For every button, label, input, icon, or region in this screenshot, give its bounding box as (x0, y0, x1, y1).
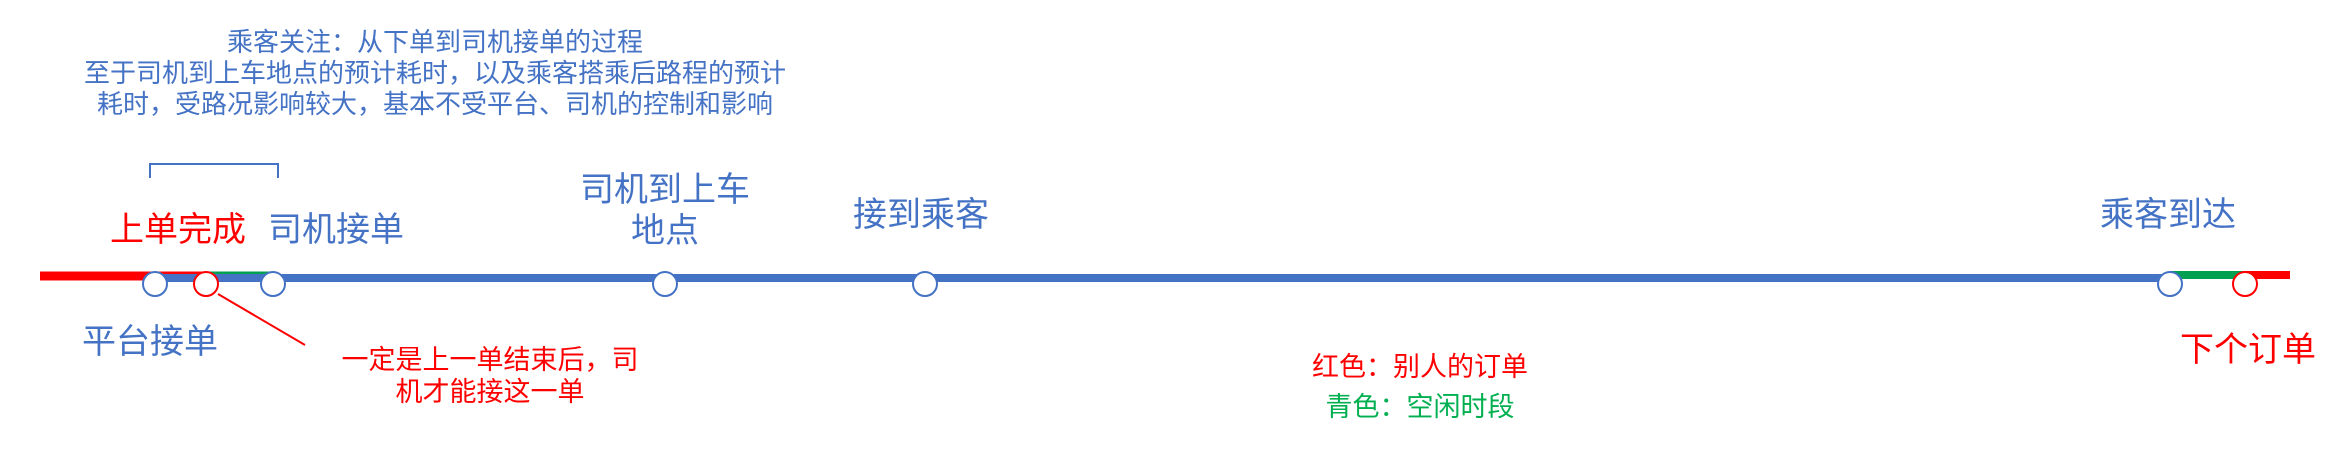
milestone-platform-accept (142, 271, 168, 297)
legend-green: 青色：空闲时段 (1325, 392, 1515, 423)
label-driver-accept: 司机接单 (268, 210, 404, 250)
label-next-order: 下个订单 (2180, 330, 2316, 370)
label-driver-arrive-line2: 地点 (631, 210, 699, 251)
label-pickup: 接到乘客 (853, 195, 989, 235)
annotation-pointer (217, 293, 306, 346)
annotation-line1: 一定是上一单结束后，司 (341, 345, 639, 376)
top-note: 乘客关注：从下单到司机接单的过程 至于司机到上车地点的预计耗时，以及乘客搭乘后路… (30, 28, 840, 122)
label-driver-arrive-line1: 司机到上车 (580, 170, 750, 210)
top-note-line1: 乘客关注：从下单到司机接单的过程 (226, 28, 643, 58)
bracket (149, 163, 279, 178)
label-order-done: 上单完成 (110, 210, 246, 250)
milestone-pickup (912, 271, 938, 297)
milestone-driver-accept (260, 271, 286, 297)
annotation-line2: 机才能接这一单 (395, 377, 585, 409)
milestone-arrive (2157, 271, 2183, 297)
top-note-line3: 耗时，受路况影响较大，基本不受平台、司机的控制和影响 (96, 90, 773, 121)
label-driver-arrive: 司机到上车 地点 (570, 170, 760, 252)
milestone-next-order (2232, 271, 2258, 297)
label-platform-accept: 平台接单 (82, 322, 218, 362)
legend-red: 红色：别人的订单 (1312, 352, 1528, 383)
milestone-driver-arrive (652, 271, 678, 297)
annotation-note: 一定是上一单结束后，司 机才能接这一单 (305, 345, 675, 410)
label-arrive: 乘客到达 (2100, 195, 2236, 235)
top-note-line2: 至于司机到上车地点的预计耗时，以及乘客搭乘后路程的预计 (83, 59, 786, 90)
milestone-order-done (193, 271, 219, 297)
